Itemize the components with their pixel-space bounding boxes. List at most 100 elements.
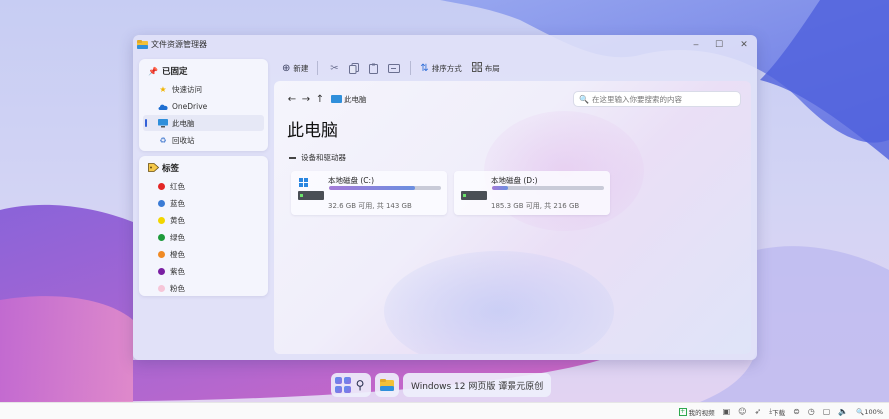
up-arrow-icon[interactable]: ↑ <box>313 94 327 105</box>
download-label: 下载 <box>772 408 786 417</box>
tag-label: 绿色 <box>170 232 185 242</box>
drive-free-space: 185.3 GB 可用, 共 216 GB <box>491 202 580 210</box>
drive-d-card[interactable]: 本地磁盘 (D:) 185.3 GB 可用, 共 216 GB <box>454 171 610 215</box>
pinned-header: 📌 已固定 <box>147 64 188 78</box>
start-button-icon[interactable] <box>334 376 352 394</box>
sidebar-item-label: 快速访问 <box>172 84 202 94</box>
zoom-icon: 🔍 <box>856 407 865 416</box>
recycle-bin-icon: ♻ <box>159 135 167 145</box>
background-glow <box>384 251 614 354</box>
tag-label: 红色 <box>170 181 185 191</box>
sidebar-item-label: 回收站 <box>172 135 195 145</box>
speaker-icon[interactable]: 🔈 <box>838 407 848 416</box>
red-dot-icon <box>158 182 165 190</box>
rename-icon[interactable] <box>384 59 404 77</box>
tag-label: 蓝色 <box>170 198 185 208</box>
search-box[interactable]: 🔍 <box>573 91 741 107</box>
tag-label: 黄色 <box>170 215 185 225</box>
download-button[interactable]: ⤓ 下载 <box>769 407 785 417</box>
sidebar-item-this-pc[interactable]: 此电脑 <box>143 115 264 131</box>
cut-icon[interactable]: ✂ <box>324 59 344 77</box>
paste-icon[interactable] <box>364 59 384 77</box>
hard-drive-icon <box>461 191 487 200</box>
purple-dot-icon <box>158 267 165 275</box>
layout-button-label: 布局 <box>484 63 500 73</box>
taskbar: ⚲ Windows 12 网页版 谭景元原创 <box>331 372 552 398</box>
pinned-header-label: 已固定 <box>162 67 188 77</box>
search-input[interactable] <box>591 94 740 104</box>
window-icon[interactable]: ▢ <box>823 407 831 416</box>
drive-c-card[interactable]: 本地磁盘 (C:) 32.6 GB 可用, 共 143 GB <box>291 171 447 215</box>
search-icon: 🔍 <box>579 94 589 104</box>
drive-name: 本地磁盘 (D:) <box>491 176 538 185</box>
sidebar-tag-blue[interactable]: 蓝色 <box>143 195 264 211</box>
computer-icon <box>331 95 342 103</box>
section-label: 设备和驱动器 <box>301 153 346 162</box>
video-icon: + <box>678 407 687 416</box>
command-bar: ⊕ 新建 ✂ ⇅ 排序方式 布局 <box>279 57 749 79</box>
translate-icon[interactable]: ⊜ <box>793 407 800 416</box>
grid-layout-icon <box>471 61 482 75</box>
breadcrumb[interactable]: 此电脑 <box>344 94 367 105</box>
sidebar-tag-pink[interactable]: 粉色 <box>143 280 264 296</box>
zoom-level[interactable]: 🔍 100% <box>856 408 883 416</box>
tags-panel: 标签 红色 蓝色 黄色 绿色 橙色 紫色 粉色 <box>139 156 268 296</box>
feedback-icon[interactable]: ☺ <box>738 407 746 416</box>
drive-usage-bar <box>492 186 604 190</box>
search-icon[interactable]: ⚲ <box>352 376 368 394</box>
maximize-button[interactable]: ☐ <box>708 37 730 53</box>
sort-icon: ⇅ <box>420 62 429 74</box>
my-video-button[interactable]: + 我的视频 <box>678 407 715 417</box>
copy-icon[interactable] <box>344 59 364 77</box>
layout-button[interactable]: 布局 <box>469 59 503 77</box>
sidebar-item-label: 此电脑 <box>172 118 195 128</box>
drive-usage-fill <box>492 186 508 190</box>
tag-icon <box>147 162 159 174</box>
toolbar-divider <box>317 61 319 75</box>
yellow-dot-icon <box>158 216 165 224</box>
cloud-icon <box>158 102 168 111</box>
pink-dot-icon <box>158 284 165 292</box>
drive-usage-bar <box>329 186 441 190</box>
close-button[interactable]: ✕ <box>733 37 755 53</box>
address-bar: ← → ↑ 此电脑 <box>285 92 367 106</box>
taskbar-start-group: ⚲ <box>331 373 371 397</box>
sidebar-tag-green[interactable]: 绿色 <box>143 229 264 245</box>
file-explorer-icon[interactable] <box>378 376 396 394</box>
sidebar-item-quick-access[interactable]: ★ 快速访问 <box>143 81 264 97</box>
rocket-icon[interactable]: ➶ <box>755 407 762 416</box>
title-bar[interactable]: 文件资源管理器 ‒ ☐ ✕ <box>133 35 757 55</box>
star-icon: ★ <box>159 84 167 94</box>
sidebar-tag-orange[interactable]: 橙色 <box>143 246 264 262</box>
explorer-window: 文件资源管理器 ‒ ☐ ✕ 📌 已固定 ★ 快速访问 OneDrive 此电脑 … <box>133 35 757 360</box>
hard-drive-icon <box>298 191 324 200</box>
orange-dot-icon <box>158 250 165 258</box>
toolbar-divider <box>410 61 412 75</box>
sidebar-tag-purple[interactable]: 紫色 <box>143 263 264 279</box>
green-dot-icon <box>158 233 165 241</box>
windows-logo-icon <box>299 178 309 188</box>
sidebar-item-recycle-bin[interactable]: ♻ 回收站 <box>143 132 264 148</box>
tag-label: 粉色 <box>170 283 185 293</box>
tags-header-label: 标签 <box>162 164 180 174</box>
screenshot-icon[interactable]: ▣ <box>723 407 731 416</box>
tag-label: 橙色 <box>170 249 185 259</box>
sidebar-tag-yellow[interactable]: 黄色 <box>143 212 264 228</box>
collapse-icon <box>289 156 296 159</box>
browser-status-bar: + 我的视频 ▣ ☺ ➶ ⤓ 下载 ⊜ ◷ ▢ 🔈 🔍 100% <box>0 402 889 419</box>
devices-section-header[interactable]: 设备和驱动器 <box>289 152 346 163</box>
page-title: 此电脑 <box>287 121 338 141</box>
drive-usage-fill <box>329 186 416 190</box>
plus-circle-icon: ⊕ <box>282 62 291 74</box>
back-arrow-icon[interactable]: ← <box>285 94 299 105</box>
sidebar-item-onedrive[interactable]: OneDrive <box>143 98 264 114</box>
sidebar-tag-red[interactable]: 红色 <box>143 178 264 194</box>
sort-button-label: 排序方式 <box>431 63 462 73</box>
sort-button[interactable]: ⇅ 排序方式 <box>417 59 464 77</box>
folder-icon <box>137 40 148 49</box>
tags-header: 标签 <box>147 161 179 175</box>
forward-arrow-icon[interactable]: → <box>299 94 313 105</box>
history-icon[interactable]: ◷ <box>808 407 815 416</box>
minimize-button[interactable]: ‒ <box>685 37 707 53</box>
new-button[interactable]: ⊕ 新建 <box>279 59 311 77</box>
